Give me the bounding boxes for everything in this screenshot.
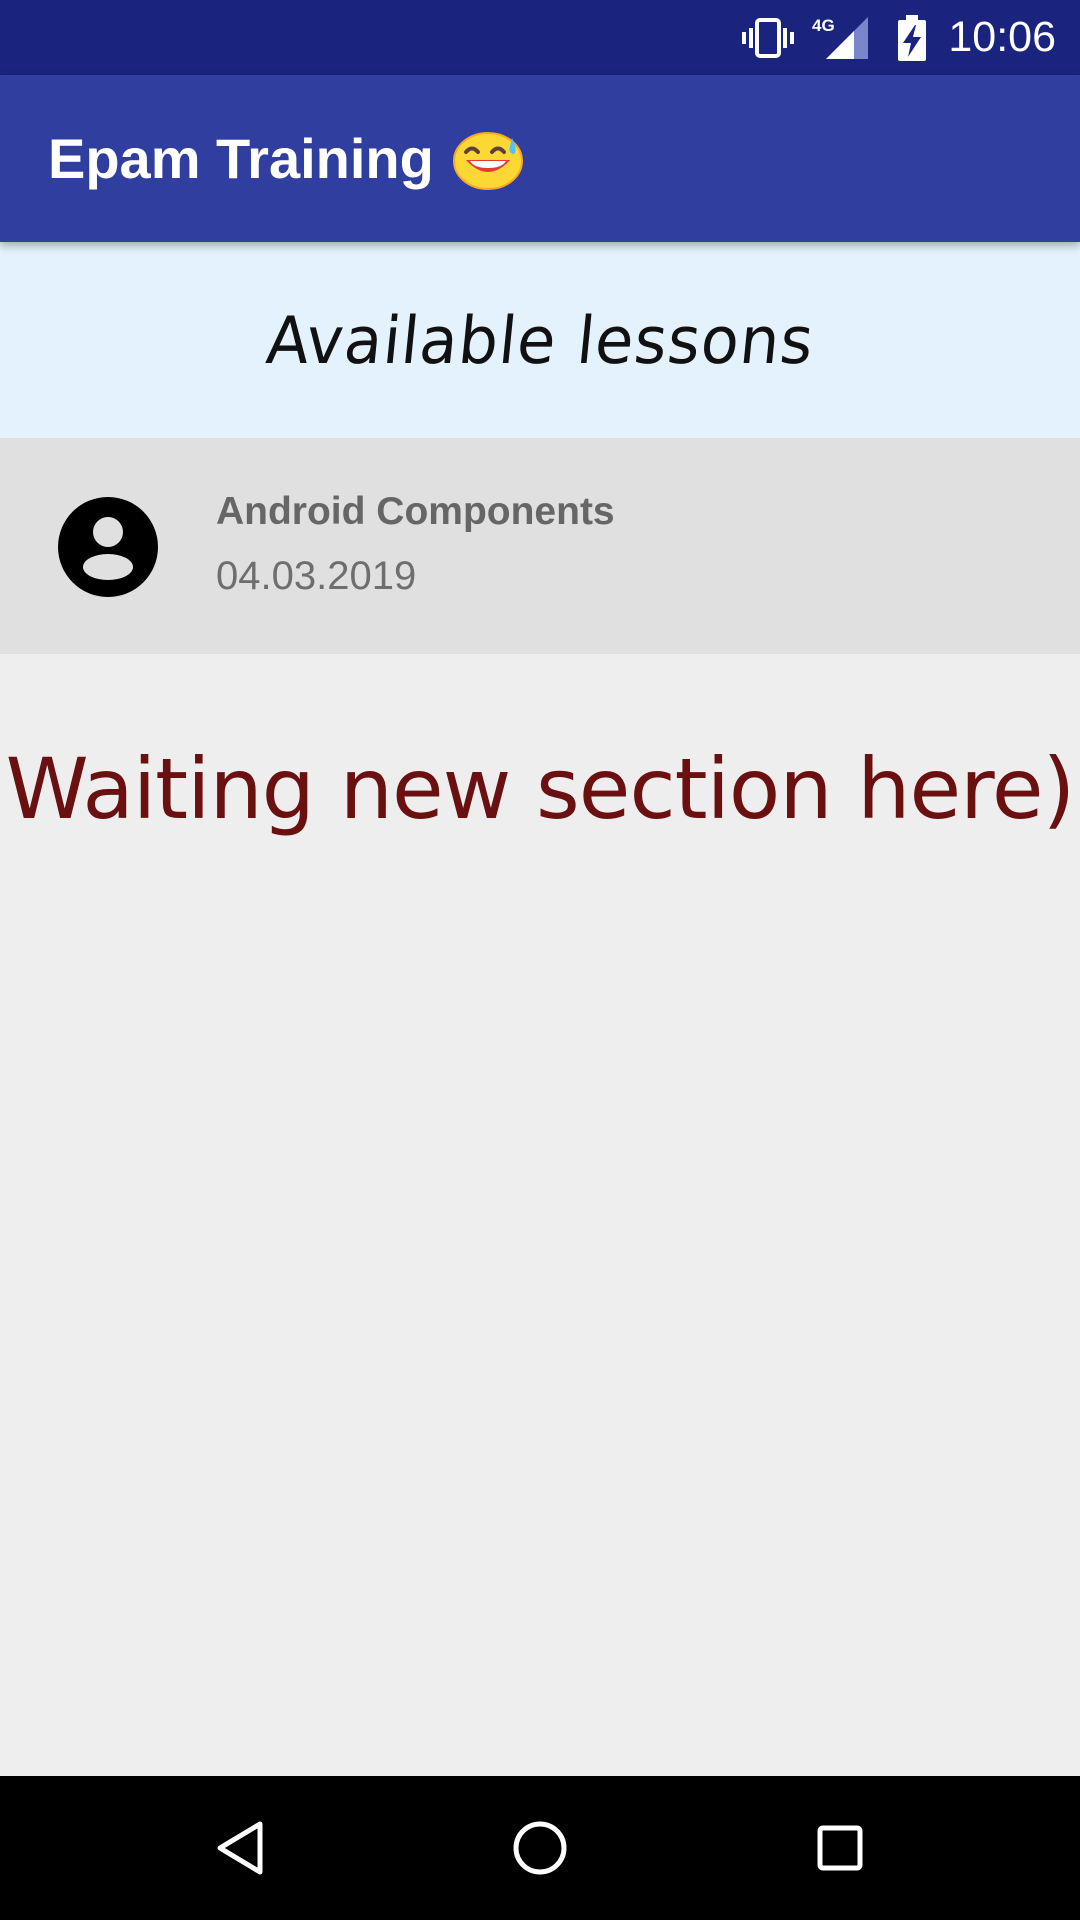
lesson-title: Android Components: [216, 490, 615, 533]
status-bar: 4G 10:06: [0, 0, 1080, 75]
grinning-sweat-emoji-icon: [452, 131, 523, 190]
placeholder-text: Waiting new section here): [5, 740, 1076, 838]
back-icon: [217, 1821, 263, 1875]
lessons-header: Available lessons: [0, 242, 1080, 438]
signal-4g-icon: 4G: [812, 16, 869, 59]
status-time: 10:06: [948, 13, 1056, 61]
list-item[interactable]: Android Components 04.03.2019: [0, 438, 1080, 654]
network-label: 4G: [812, 16, 835, 35]
recents-button[interactable]: [760, 1776, 920, 1920]
recents-icon: [817, 1825, 863, 1871]
account-circle-icon: [58, 497, 158, 597]
app-title-container: Epam Training: [48, 75, 524, 242]
home-icon: [513, 1821, 567, 1875]
status-icons: 4G 10:06: [740, 0, 1056, 75]
battery-charging-icon: [898, 14, 927, 61]
home-button[interactable]: [460, 1776, 620, 1920]
back-button[interactable]: [160, 1776, 320, 1920]
vibrate-icon: [742, 17, 795, 58]
navigation-bar: [0, 1776, 1080, 1920]
app-bar: Epam Training: [0, 75, 1080, 242]
lessons-header-title: Available lessons: [262, 301, 818, 379]
lesson-date: 04.03.2019: [216, 554, 417, 598]
app-title: Epam Training: [48, 127, 434, 190]
